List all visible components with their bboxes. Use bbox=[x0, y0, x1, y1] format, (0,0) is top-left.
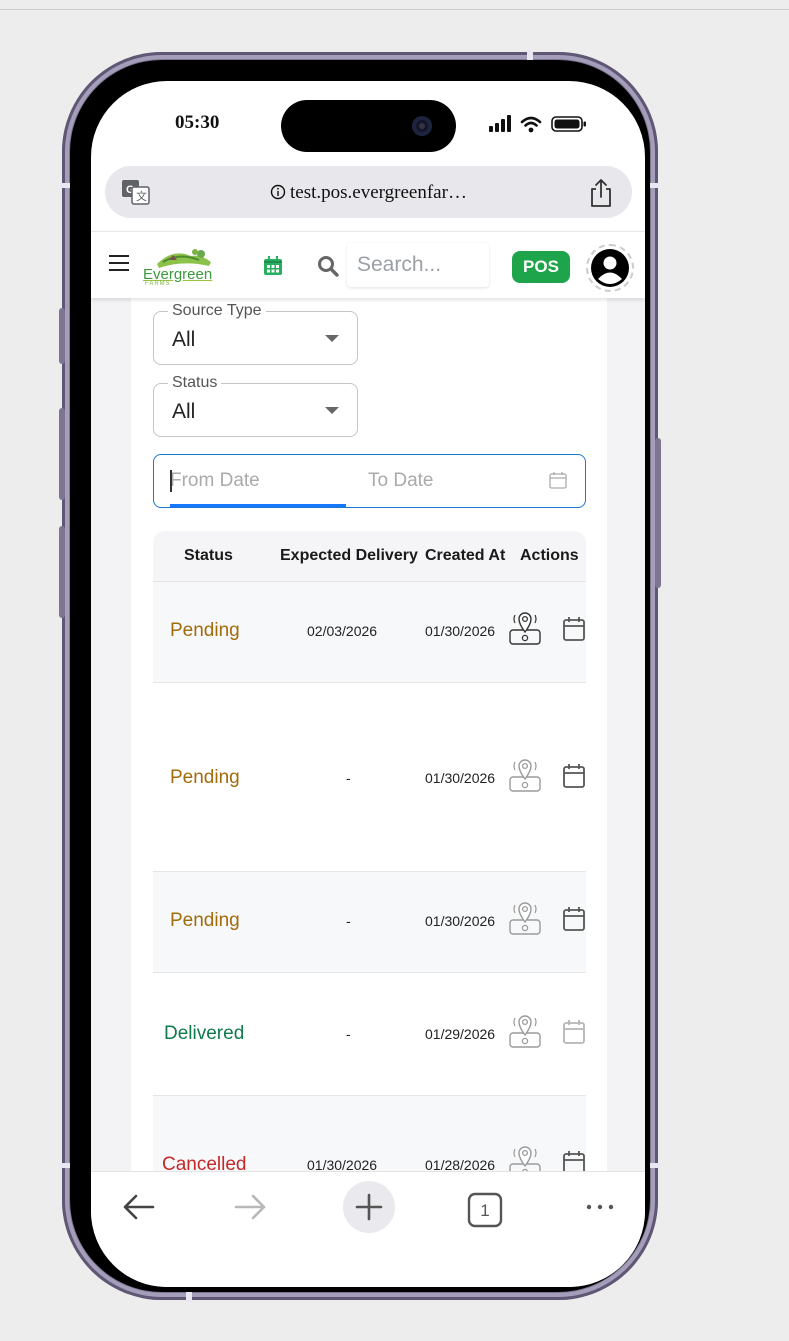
page-top-divider bbox=[0, 9, 789, 10]
back-arrow-icon[interactable] bbox=[121, 1192, 155, 1222]
source-type-value: All bbox=[172, 328, 196, 351]
status-select[interactable]: Status All bbox=[153, 374, 358, 437]
source-type-select[interactable]: Source Type All bbox=[153, 302, 358, 365]
calendar-icon[interactable] bbox=[263, 256, 283, 276]
url-label: test.pos.evergreenfar… bbox=[290, 182, 467, 203]
table-row[interactable]: Delivered - 01/29/2026 bbox=[153, 973, 586, 1096]
table-body: Pending 02/03/2026 01/30/2026 Pending - 01/30… bbox=[153, 582, 586, 1171]
created-at-cell: 01/30/2026 bbox=[425, 913, 496, 929]
plus-icon bbox=[355, 1193, 383, 1221]
track-location-icon[interactable] bbox=[506, 610, 544, 646]
table-row[interactable]: Pending 02/03/2026 01/30/2026 bbox=[153, 582, 586, 683]
wifi-icon bbox=[520, 116, 542, 127]
chevron-down-icon bbox=[325, 335, 339, 342]
schedule-calendar-icon[interactable] bbox=[562, 1150, 586, 1171]
created-at-cell: 01/30/2026 bbox=[425, 623, 496, 639]
order-status: Cancelled bbox=[162, 1154, 247, 1171]
volume-down-button bbox=[59, 526, 65, 618]
volume-up-button bbox=[59, 408, 65, 500]
power-button bbox=[655, 438, 661, 588]
text-cursor bbox=[170, 470, 172, 492]
schedule-calendar-icon[interactable] bbox=[562, 1019, 586, 1045]
dynamic-island bbox=[281, 100, 456, 152]
user-avatar-icon bbox=[591, 249, 629, 287]
status-icons bbox=[489, 115, 586, 133]
mute-switch bbox=[59, 308, 65, 364]
schedule-calendar-icon[interactable] bbox=[562, 906, 586, 932]
created-at-cell: 01/29/2026 bbox=[425, 1026, 496, 1042]
date-range-picker[interactable]: From Date To Date bbox=[153, 454, 586, 508]
browser-bottom-bar: 1 bbox=[91, 1171, 645, 1287]
signal-icon bbox=[489, 115, 511, 132]
phone-bezel: 05:30 G 文 test.pos.evergreenfar… Evergre… bbox=[70, 60, 650, 1292]
to-date-input[interactable]: To Date bbox=[368, 470, 433, 492]
order-status: Pending bbox=[170, 767, 240, 788]
status-label: Status bbox=[168, 374, 222, 392]
order-status: Delivered bbox=[164, 1023, 245, 1044]
created-at-cell: 01/30/2026 bbox=[425, 770, 496, 786]
expected-delivery-cell: - bbox=[346, 913, 351, 929]
column-header-actions: Actions bbox=[520, 547, 579, 564]
battery-icon bbox=[551, 116, 586, 132]
expected-delivery-cell: 01/30/2026 bbox=[307, 1157, 378, 1171]
from-date-input[interactable]: From Date bbox=[170, 470, 260, 492]
chevron-down-icon bbox=[325, 407, 339, 414]
created-at-cell: 01/28/2026 bbox=[425, 1157, 496, 1171]
url-text[interactable]: test.pos.evergreenfar… bbox=[105, 182, 632, 204]
expected-delivery-cell: - bbox=[346, 1026, 351, 1042]
table-row[interactable]: Pending - 01/30/2026 bbox=[153, 872, 586, 973]
track-location-icon[interactable] bbox=[506, 757, 544, 793]
tabs-icon[interactable]: 1 bbox=[467, 1192, 503, 1228]
user-avatar[interactable] bbox=[586, 244, 634, 292]
column-header-status[interactable]: Status bbox=[184, 547, 233, 565]
antenna-band bbox=[527, 50, 533, 60]
order-status: Pending bbox=[170, 910, 240, 931]
antenna-band bbox=[186, 1292, 192, 1302]
track-location-icon[interactable] bbox=[506, 900, 544, 936]
front-camera bbox=[412, 116, 432, 136]
column-header-expected-delivery[interactable]: Expected Delivery bbox=[280, 547, 418, 565]
phone-frame: 05:30 G 文 test.pos.evergreenfar… Evergre… bbox=[62, 52, 658, 1300]
main-content: Source Type All Status All From Date To … bbox=[91, 297, 645, 1171]
table-header: Status Expected Delivery Created At Acti… bbox=[153, 531, 586, 582]
pos-button[interactable]: POS bbox=[512, 251, 570, 283]
new-tab-button[interactable] bbox=[343, 1181, 395, 1233]
more-options-icon[interactable] bbox=[585, 1202, 615, 1212]
expected-delivery-cell: 02/03/2026 bbox=[307, 623, 378, 639]
order-status: Pending bbox=[170, 620, 240, 641]
antenna-band bbox=[60, 1163, 70, 1168]
share-icon[interactable] bbox=[588, 178, 614, 208]
evergreen-logo[interactable]: Evergreen FARMS bbox=[143, 246, 217, 287]
search-input[interactable] bbox=[347, 243, 489, 287]
schedule-calendar-icon[interactable] bbox=[562, 763, 586, 789]
active-date-underline bbox=[170, 504, 346, 507]
status-value: All bbox=[172, 400, 196, 423]
source-type-label: Source Type bbox=[168, 302, 266, 320]
table-row[interactable]: Pending - 01/30/2026 bbox=[153, 683, 586, 872]
tab-count: 1 bbox=[480, 1201, 489, 1220]
antenna-band bbox=[650, 183, 660, 188]
info-icon bbox=[270, 184, 286, 200]
antenna-band bbox=[650, 1163, 660, 1168]
calendar-icon[interactable] bbox=[549, 471, 567, 489]
search-icon[interactable] bbox=[317, 255, 339, 277]
status-time: 05:30 bbox=[175, 112, 220, 133]
schedule-calendar-icon[interactable] bbox=[562, 616, 586, 642]
column-header-created-at[interactable]: Created At bbox=[425, 547, 505, 565]
orders-table: Status Expected Delivery Created At Acti… bbox=[153, 531, 586, 1171]
hamburger-menu-icon[interactable] bbox=[109, 254, 129, 272]
track-location-icon[interactable] bbox=[506, 1013, 544, 1049]
antenna-band bbox=[60, 183, 70, 188]
expected-delivery-cell: - bbox=[346, 770, 351, 786]
forward-arrow-icon[interactable] bbox=[234, 1192, 268, 1222]
track-location-icon[interactable] bbox=[506, 1144, 544, 1171]
phone-screen: 05:30 G 文 test.pos.evergreenfar… Evergre… bbox=[91, 81, 645, 1287]
logo-subtext: FARMS bbox=[145, 281, 171, 287]
orders-card: Source Type All Status All From Date To … bbox=[131, 297, 607, 1171]
table-row[interactable]: Cancelled 01/30/2026 01/28/2026 bbox=[153, 1096, 586, 1171]
app-header: Evergreen FARMS POS bbox=[91, 231, 645, 298]
browser-url-bar[interactable]: G 文 test.pos.evergreenfar… bbox=[105, 166, 632, 218]
